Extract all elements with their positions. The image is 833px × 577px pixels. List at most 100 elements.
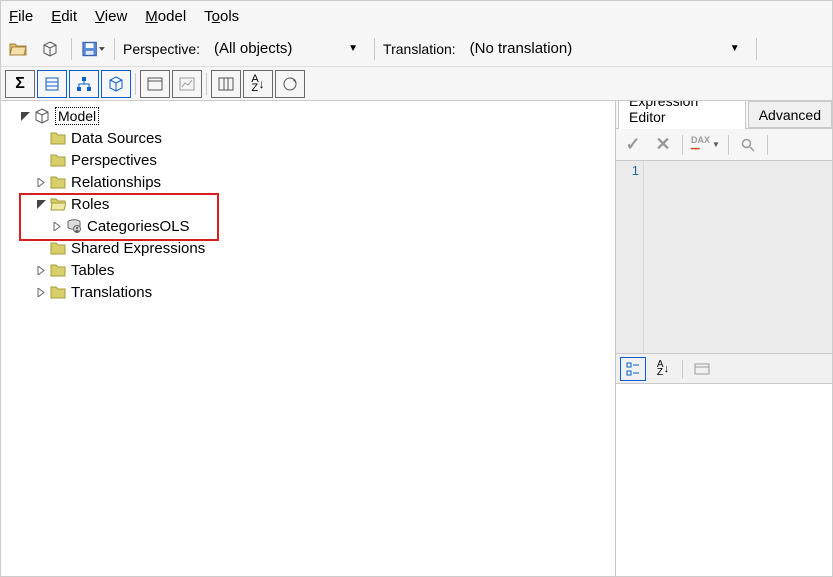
perspective-value: (All objects) [214,40,292,57]
chevron-down-icon: ▼ [712,140,720,149]
chart-icon [179,77,195,91]
refresh-button[interactable] [275,70,305,98]
highlight-box [19,193,219,241]
list-icon [44,76,60,92]
tree-item-label: Relationships [71,174,161,191]
body: Model Data Sources Perspectives [1,101,832,576]
cube-view-button[interactable] [101,70,131,98]
dax-icon: DAX━━ [691,136,710,154]
columns-button[interactable] [211,70,241,98]
menu-file[interactable]: File [9,8,33,25]
cube-icon [108,76,124,92]
tree-pane: Model Data Sources Perspectives [1,101,615,576]
folder-icon [49,283,67,301]
accept-button[interactable]: ✓ [620,132,646,158]
dax-format-button[interactable]: DAX━━ ▼ [689,132,722,158]
property-grid-toolbar: AZ ↓ [616,353,832,383]
property-grid[interactable] [616,383,832,576]
sort-icon: AZ [251,75,258,93]
check-icon: ✓ [625,134,640,155]
columns-icon [218,77,234,91]
save-button[interactable] [80,36,106,62]
folder-icon [49,173,67,191]
toolbar-separator [756,38,757,60]
expression-toolbar: ✓ ✕ DAX━━ ▼ [616,129,832,161]
tree-item-relationships[interactable]: Relationships [3,171,613,193]
right-pane: Expression Editor Advanced ✓ ✕ DAX━━ ▼ 1 [615,101,832,576]
sigma-button[interactable]: Σ [5,70,35,98]
menu-model[interactable]: Model [145,8,186,25]
list-view-button[interactable] [37,70,67,98]
refresh-icon [282,76,298,92]
expander-icon[interactable] [33,266,49,275]
toolbar-separator [135,73,136,95]
chevron-down-icon: ▼ [348,43,358,54]
perspective-label: Perspective: [123,41,200,57]
toolbar-separator [71,38,72,60]
sigma-icon: Σ [15,75,25,93]
tree-root-label: Model [55,107,99,125]
chevron-down-icon: ▼ [730,43,740,54]
toolbar-separator [114,38,115,60]
chart-button[interactable] [172,70,202,98]
expander-icon[interactable] [33,288,49,297]
property-pages-icon [694,363,710,375]
alphabetical-button[interactable]: AZ ↓ [650,357,676,381]
main-toolbar: Perspective: (All objects) ▼ Translation… [1,31,832,67]
toolbar-separator [682,360,683,378]
tree-item-label: Shared Expressions [71,240,205,257]
property-pages-button[interactable] [689,357,715,381]
menu-bar: File Edit View Model Tools [1,1,832,31]
model-tree[interactable]: Model Data Sources Perspectives [3,105,613,303]
toolbar-separator [374,38,375,60]
translation-label: Translation: [383,41,456,57]
toolbar-separator [728,135,729,155]
translation-selector: Translation: (No translation) ▼ [383,37,748,61]
right-tabs: Expression Editor Advanced [616,101,832,129]
folder-icon [49,151,67,169]
folder-icon [49,239,67,257]
tree-item-label: Perspectives [71,152,157,169]
cube-button[interactable] [37,36,63,62]
hierarchy-button[interactable] [69,70,99,98]
translation-combo[interactable]: (No translation) ▼ [462,37,748,61]
expression-editor[interactable]: 1 [616,161,832,353]
sort-az-button[interactable]: AZ ↓ [243,70,273,98]
translation-value: (No translation) [470,40,573,57]
window-button[interactable] [140,70,170,98]
categorized-button[interactable] [620,357,646,381]
open-folder-button[interactable] [5,36,31,62]
arrow-down-icon: ↓ [259,77,265,91]
search-button[interactable] [735,132,761,158]
cancel-button[interactable]: ✕ [650,132,676,158]
tree-root-row[interactable]: Model [3,105,613,127]
tree-item-label: Translations [71,284,152,301]
tree-item-translations[interactable]: Translations [3,281,613,303]
tab-advanced[interactable]: Advanced [748,101,832,128]
toolbar-separator [767,135,768,155]
toolbar-separator [206,73,207,95]
menu-edit[interactable]: Edit [51,8,77,25]
tree-item-perspectives[interactable]: Perspectives [3,149,613,171]
tree-item-tables[interactable]: Tables [3,259,613,281]
menu-view[interactable]: View [95,8,127,25]
arrow-down-icon: ↓ [664,363,670,375]
menu-tools[interactable]: Tools [204,8,239,25]
tree-item-label: Tables [71,262,114,279]
categorized-icon [626,362,640,376]
perspective-combo[interactable]: (All objects) ▼ [206,37,366,61]
folder-icon [49,261,67,279]
editor-body[interactable] [644,161,832,353]
search-icon [741,138,755,152]
folder-icon [49,129,67,147]
cube-icon [33,107,51,125]
window-icon [147,77,163,91]
tree-item-data-sources[interactable]: Data Sources [3,127,613,149]
expander-icon[interactable] [33,178,49,187]
expander-icon[interactable] [17,112,33,121]
tab-expression-editor[interactable]: Expression Editor [618,101,746,129]
x-icon: ✕ [655,134,670,155]
sort-icon: AZ [657,361,664,377]
hierarchy-icon [76,76,92,92]
perspective-selector: Perspective: (All objects) ▼ [123,37,366,61]
